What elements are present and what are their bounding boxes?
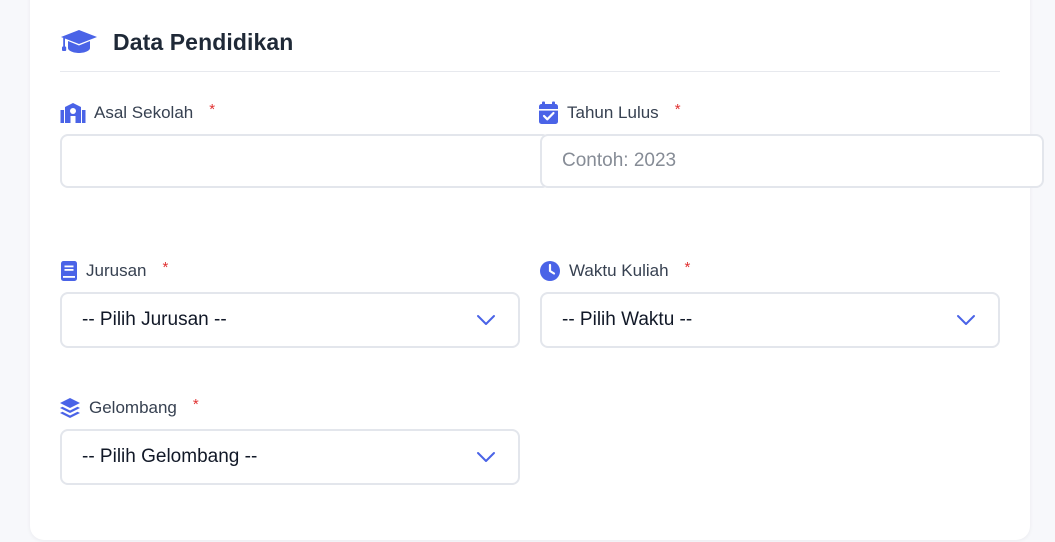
layers-icon xyxy=(59,397,81,419)
gelombang-select-value: -- Pilih Gelombang -- xyxy=(82,446,258,467)
tahun-lulus-field[interactable] xyxy=(540,134,1044,188)
section-header: Data Pendidikan xyxy=(60,22,293,62)
gelombang-select[interactable]: -- Pilih Gelombang -- xyxy=(60,429,520,485)
asal-sekolah-label-text: Asal Sekolah xyxy=(94,103,194,122)
required-asterisk: * xyxy=(684,258,691,276)
required-asterisk: * xyxy=(162,258,169,276)
section-title: Data Pendidikan xyxy=(113,28,294,55)
asal-sekolah-field[interactable] xyxy=(60,134,550,188)
school-icon xyxy=(60,102,86,124)
chevron-down-icon xyxy=(476,314,496,326)
book-icon xyxy=(60,260,78,282)
required-asterisk: * xyxy=(192,395,199,413)
waktu-kuliah-label-text: Waktu Kuliah xyxy=(569,261,669,280)
graduation-cap-icon xyxy=(60,29,98,55)
chevron-down-icon xyxy=(476,451,496,463)
waktu-kuliah-label: Waktu Kuliah * xyxy=(539,259,690,283)
gelombang-label: Gelombang * xyxy=(59,396,199,420)
tahun-lulus-label-text: Tahun Lulus xyxy=(567,103,659,122)
required-asterisk: * xyxy=(674,100,681,118)
jurusan-label: Jurusan * xyxy=(60,259,168,283)
jurusan-select-value: -- Pilih Jurusan -- xyxy=(82,309,227,330)
calendar-check-icon xyxy=(538,101,559,125)
gelombang-label-text: Gelombang xyxy=(89,398,177,417)
tahun-lulus-input[interactable] xyxy=(542,136,1042,186)
tahun-lulus-label: Tahun Lulus * xyxy=(538,101,681,125)
clock-icon xyxy=(539,260,561,282)
waktu-kuliah-select-value: -- Pilih Waktu -- xyxy=(562,309,693,330)
waktu-kuliah-select[interactable]: -- Pilih Waktu -- xyxy=(540,292,1000,348)
required-asterisk: * xyxy=(209,100,216,118)
section-divider xyxy=(60,71,1000,72)
asal-sekolah-label: Asal Sekolah * xyxy=(60,101,215,125)
chevron-down-icon xyxy=(956,314,976,326)
jurusan-select[interactable]: -- Pilih Jurusan -- xyxy=(60,292,520,348)
jurusan-label-text: Jurusan xyxy=(86,261,147,280)
asal-sekolah-input[interactable] xyxy=(62,136,548,186)
